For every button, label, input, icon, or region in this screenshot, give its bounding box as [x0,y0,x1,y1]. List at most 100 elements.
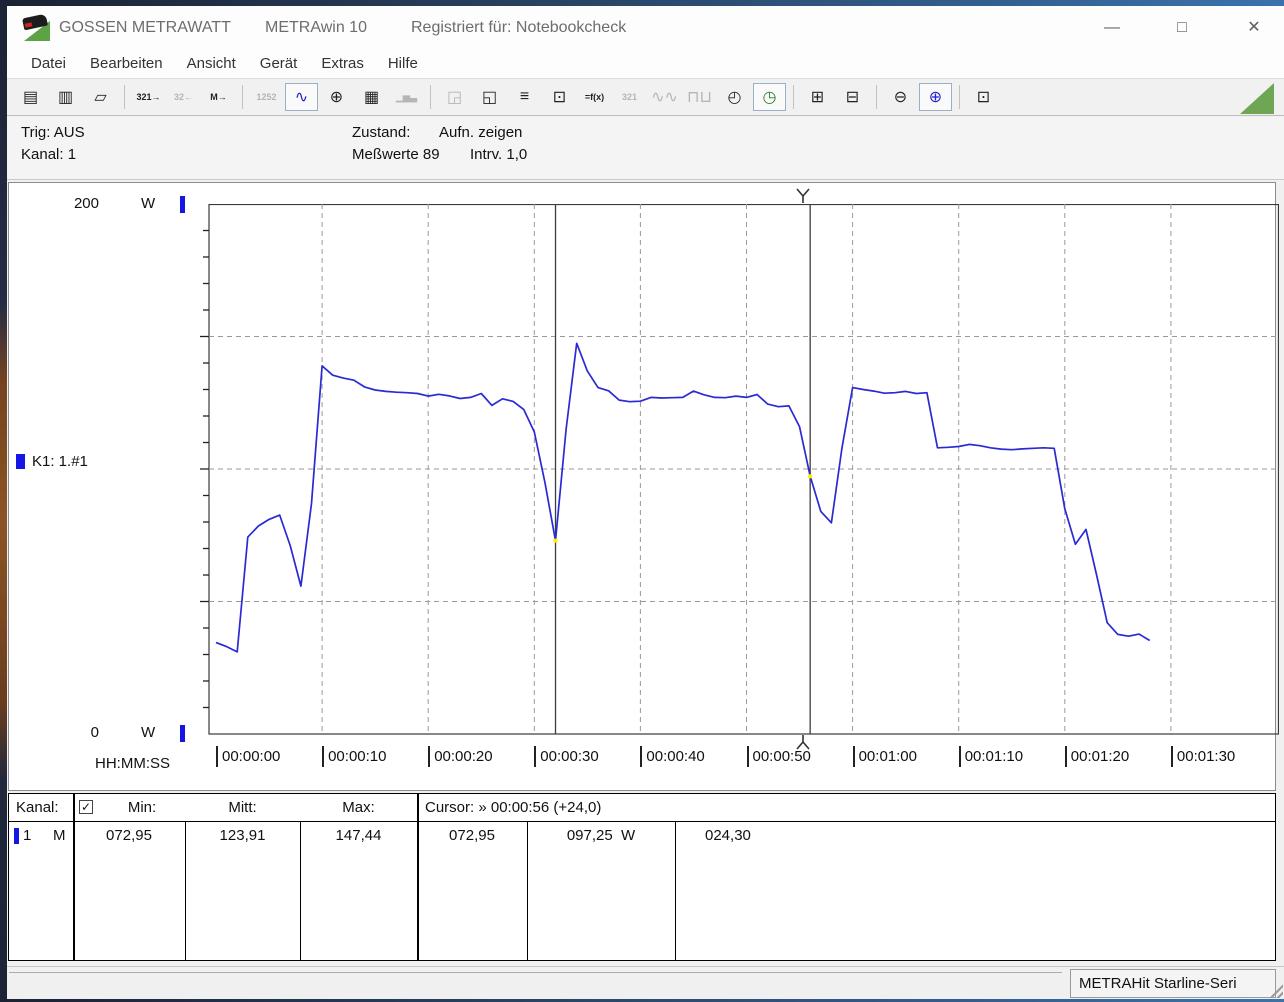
menubar: DateiBearbeitenAnsichtGerätExtrasHilfe [7,48,1284,78]
registered-for: Registriert für: Notebookcheck [411,19,626,37]
kanal-header: Kanal: [16,799,59,816]
device-config-icon[interactable]: 321 [613,83,646,111]
row-mode: M [53,827,66,844]
min-header: Min: [99,799,185,816]
channel-color-marker [16,454,25,469]
zoom-in-icon[interactable]: ⊕ [919,83,952,111]
x-axis-format-label: HH:MM:SS [95,755,170,772]
channel-status: Kanal: 1 [21,146,76,163]
max-header: Max: [300,799,417,816]
save-data-icon[interactable]: ▥ [49,83,82,111]
import-file-icon[interactable]: ◱ [473,83,506,111]
brand-title: GOSSEN METRAWATT [59,19,231,37]
app-logo-icon [23,14,50,41]
numeric-display-icon[interactable]: 1252 [250,83,283,111]
row-channel-marker [14,828,19,844]
x-tick-000030: 00:00:30 [534,746,598,772]
device-read-icon[interactable]: 321→ [132,83,165,111]
minimize-button[interactable]: — [1095,16,1129,40]
close-button[interactable]: ✕ [1237,16,1271,40]
chart-panel: 200 W 0 W K1: 1.#1 HH:MM:SS 00:00:00 00:0… [8,182,1276,791]
curve-view-icon[interactable]: ∿ [285,83,318,111]
row-delta: 024,30 [705,827,751,844]
titlebar: GOSSEN METRAWATT METRAwin 10 Registriert… [7,6,1284,48]
toolbar-separator [793,85,794,109]
sine-wave-icon[interactable]: ∿∿ [648,83,681,111]
x-tick-000050: 00:00:50 [747,746,811,772]
window-top-edge [0,0,1284,6]
row-max: 147,44 [300,827,417,844]
print-preview-icon[interactable]: ⊞ [801,83,834,111]
measurement-info-panel: Trig: AUS Kanal: 1 Zustand: Aufn. zeigen… [7,117,1284,180]
statusbar: METRAHit Starline-Seri [7,966,1284,999]
x-tick-000100: 00:01:00 [853,746,917,772]
memory-read-icon[interactable]: M→ [202,83,235,111]
channel-range-marker-top[interactable] [180,196,185,213]
x-tick-000120: 00:01:20 [1065,746,1129,772]
menu-extras[interactable]: Extras [311,52,374,75]
toolbar-separator [242,85,243,109]
trigger-status: Trig: AUS [21,124,85,141]
menu-ansicht[interactable]: Ansicht [177,52,246,75]
window-left-edge [0,0,7,1002]
channel-visible-checkbox[interactable]: ✓ [79,800,93,814]
y-axis-max-label: 200 [43,195,99,212]
toolbar-separator [124,85,125,109]
device-settings-icon[interactable]: ≡ [508,83,541,111]
y-axis-unit-top: W [141,195,155,212]
x-tick-000040: 00:00:40 [640,746,704,772]
channel-label: K1: 1.#1 [32,453,88,470]
print-icon[interactable]: ⊟ [836,83,869,111]
device-send-icon[interactable]: 32← [167,83,200,111]
menu-gert[interactable]: Gerät [250,52,308,75]
gmc-green-triangle-logo [1240,83,1274,114]
menu-hilfe[interactable]: Hilfe [378,52,428,75]
histogram-view-icon[interactable]: ▁▅▃ [390,83,423,111]
stopwatch-icon[interactable]: ◷ [753,83,786,111]
toolbar: ▤▥▱321→32←M→1252∿⊕▦▁▅▃◲◱≡⊡=f(x)321∿∿⊓⊔◴◷… [7,78,1284,116]
channel-range-marker-bottom[interactable] [180,725,185,742]
comment-icon[interactable]: ⊡ [967,83,1000,111]
sample-count: Meßwerte 89 [352,146,440,163]
device-name-status: METRAHit Starline-Seri [1070,969,1276,998]
open-data-icon[interactable]: ▤ [14,83,47,111]
cursor-header: Cursor: » 00:00:56 (+24,0) [425,799,601,816]
mitt-header: Mitt: [185,799,300,816]
y-axis-min-label: 0 [43,724,99,741]
open-folder-icon[interactable]: ▱ [84,83,117,111]
menu-datei[interactable]: Datei [21,52,76,75]
metrawin-window: { "titlebar": { "brand": "GOSSEN METRAWA… [0,0,1284,1002]
waveform-plot[interactable] [199,204,1279,735]
clock-sync-icon[interactable]: ◴ [718,83,751,111]
interval-value: Intrv. 1,0 [470,146,527,163]
x-tick-000110: 00:01:10 [959,746,1023,772]
pulse-wave-icon[interactable]: ⊓⊔ [683,83,716,111]
export-file-icon[interactable]: ◲ [438,83,471,111]
state-value: Aufn. zeigen [439,124,522,141]
row-mitt: 123,91 [185,827,300,844]
formula-icon[interactable]: =f(x) [578,83,611,111]
row-cursor2: 097,25 W [527,827,675,844]
row-min: 072,95 [73,827,185,844]
menu-bearbeiten[interactable]: Bearbeiten [80,52,173,75]
statusbar-message-area [9,972,1062,998]
table-view-icon[interactable]: ▦ [355,83,388,111]
statistics-table: Kanal: ✓ Min: Mitt: Max: Cursor: » 00:00… [8,793,1276,961]
toolbar-separator [876,85,877,109]
toolbar-separator [430,85,431,109]
y-axis-unit-bottom: W [141,724,155,741]
zoom-out-icon[interactable]: ⊖ [884,83,917,111]
monitor-icon[interactable]: ⊡ [543,83,576,111]
state-label: Zustand: [352,124,410,141]
xy-view-icon[interactable]: ⊕ [320,83,353,111]
cursor-flag-top[interactable] [795,187,811,203]
toolbar-separator [959,85,960,109]
row-cursor1: 072,95 [417,827,527,844]
maximize-button[interactable]: □ [1165,16,1199,40]
x-tick-000130: 00:01:30 [1171,746,1235,772]
x-tick-000020: 00:00:20 [428,746,492,772]
x-tick-000000: 00:00:00 [216,746,280,772]
x-tick-000010: 00:00:10 [322,746,386,772]
app-title: METRAwin 10 [265,19,367,37]
row-channel: 1 [23,827,31,844]
